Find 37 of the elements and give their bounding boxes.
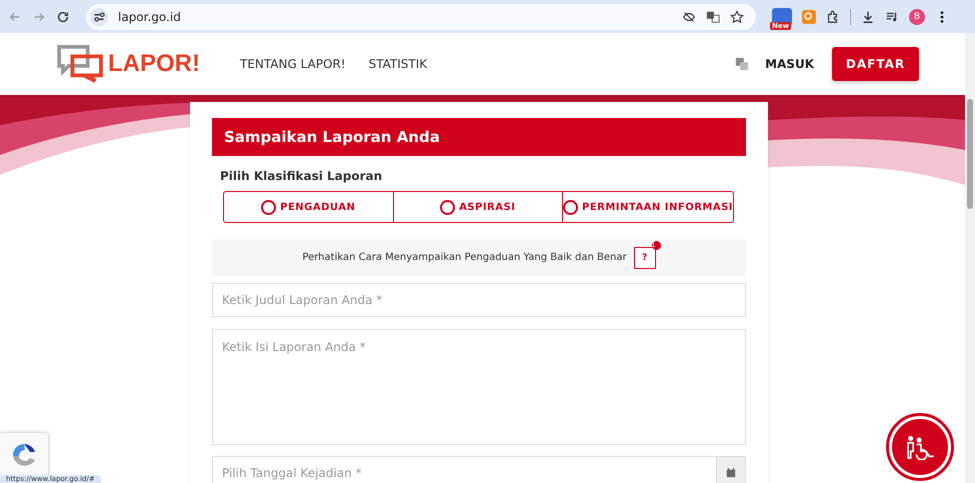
eye-off-icon[interactable] xyxy=(682,10,696,24)
section-label: Pilih Klasifikasi Laporan xyxy=(220,169,384,183)
help-button[interactable]: ? xyxy=(634,246,656,268)
site-settings-icon[interactable] xyxy=(90,8,108,26)
option-label: PERMINTAAN INFORMASI xyxy=(582,202,734,212)
url-text: lapor.go.id xyxy=(118,10,181,24)
nav-link[interactable]: STATISTIK xyxy=(368,57,428,71)
classification-option[interactable]: ASPIRASI xyxy=(392,192,562,222)
calendar-button[interactable] xyxy=(717,456,746,483)
reload-icon[interactable] xyxy=(56,10,70,24)
title-field[interactable]: Ketik Judul Laporan Anda * xyxy=(212,283,746,317)
classification-option[interactable]: PERMINTAAN INFORMASI xyxy=(562,192,734,222)
star-icon[interactable] xyxy=(730,10,744,24)
speech-bubbles-icon xyxy=(57,45,105,83)
media-icon[interactable] xyxy=(885,10,899,24)
radio-button[interactable] xyxy=(563,200,578,214)
accessibility-button[interactable] xyxy=(889,416,951,478)
nav-link[interactable]: TENTANG LAPOR! xyxy=(240,57,346,71)
address-bar[interactable]: lapor.go.id xyxy=(86,4,756,30)
radio-button[interactable] xyxy=(440,200,456,214)
option-label: PENGADUAN xyxy=(280,202,356,212)
translate-icon[interactable] xyxy=(706,10,720,24)
notice-text: Perhatikan Cara Menyampaikan Pengaduan Yang Baik dan Benar xyxy=(302,252,627,263)
calendar-icon xyxy=(726,468,736,478)
date-field[interactable]: Pilih Tanggal Kejadian * xyxy=(212,456,717,483)
profile-avatar[interactable]: B xyxy=(909,8,925,24)
puzzle-icon[interactable] xyxy=(826,10,840,24)
option-label: ASPIRASI xyxy=(459,202,516,212)
logo-text[interactable]: LAPOR! xyxy=(108,50,200,78)
classification-option[interactable]: PENGADUAN xyxy=(224,192,392,222)
form-title: Sampaikan Laporan Anda xyxy=(212,118,746,156)
register-button[interactable]: DAFTAR xyxy=(832,47,919,81)
content-field[interactable]: Ketik Isi Laporan Anda * xyxy=(212,329,746,445)
download-icon[interactable] xyxy=(861,10,875,24)
radio-button[interactable] xyxy=(261,200,276,214)
translate-icon[interactable] xyxy=(735,57,750,71)
login-link[interactable]: MASUK xyxy=(765,57,814,71)
